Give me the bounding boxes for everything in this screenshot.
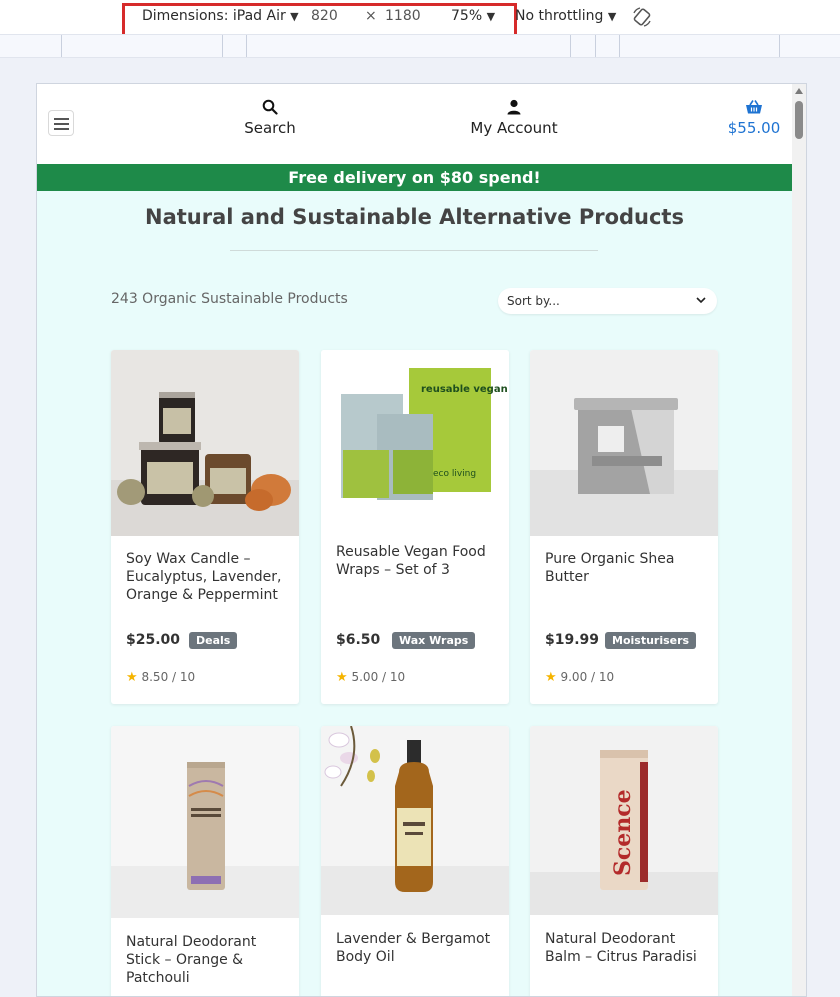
product-image[interactable] [530, 350, 718, 536]
user-icon [507, 99, 521, 115]
hamburger-icon [54, 118, 69, 120]
product-image[interactable] [111, 350, 299, 536]
product-card[interactable]: Soy Wax Candle – Eucalyptus, Lavender, O… [111, 350, 299, 704]
category-badge[interactable]: Deals [189, 632, 238, 649]
star-icon: ★ [126, 670, 138, 685]
site-header: Search My Account $55.00 [37, 84, 792, 164]
web-page: Search My Account $55.00 Free delivery o… [37, 84, 792, 996]
package-brand: Scence [610, 789, 636, 876]
product-price: $25.00 [126, 632, 181, 648]
star-icon: ★ [336, 670, 348, 685]
star-icon: ★ [545, 670, 557, 685]
package-title: reusable vegan food wraps [421, 384, 509, 395]
scroll-up-arrow-icon[interactable] [795, 88, 803, 94]
rotate-icon[interactable] [631, 6, 653, 32]
sort-by-select[interactable]: Sort by... [498, 288, 717, 314]
product-card[interactable]: Pure Organic Shea Butter $19.99 Moisturi… [530, 350, 718, 704]
search-nav-button[interactable]: Search [240, 98, 300, 137]
zoom-label: 75% [451, 8, 483, 24]
caret-down-icon: ▼ [290, 10, 299, 23]
free-delivery-banner: Free delivery on $80 spend! [37, 164, 792, 191]
title-divider [230, 250, 598, 251]
basket-icon [746, 100, 762, 114]
my-account-nav-button[interactable]: My Account [464, 98, 564, 137]
rating-value: 9.00 / 10 [560, 670, 615, 684]
cart-nav-button[interactable]: $55.00 [726, 98, 782, 137]
caret-down-icon: ▼ [486, 10, 496, 23]
product-name[interactable]: Natural Deodorant Balm – Citrus Paradisi [545, 930, 703, 966]
caret-down-icon: ▼ [607, 10, 617, 23]
product-image[interactable] [321, 726, 509, 915]
product-count: 243 Organic Sustainable Products [111, 291, 348, 307]
category-badge[interactable]: Wax Wraps [392, 632, 476, 649]
hamburger-menu-button[interactable] [48, 110, 74, 136]
product-rating: ★ 8.50 / 10 [126, 670, 195, 685]
product-name[interactable]: Reusable Vegan Food Wraps – Set of 3 [336, 543, 494, 579]
device-width-input[interactable]: 820 [311, 8, 338, 24]
zoom-select[interactable]: 75% ▼ [451, 8, 495, 24]
device-dimensions-label: Dimensions: iPad Air [142, 8, 286, 24]
product-card[interactable]: reusable vegan food wraps eco living Reu… [321, 350, 509, 704]
search-label: Search [244, 119, 296, 137]
my-account-label: My Account [470, 119, 558, 137]
page-title: Natural and Sustainable Alternative Prod… [145, 205, 684, 229]
product-name[interactable]: Soy Wax Candle – Eucalyptus, Lavender, O… [126, 550, 284, 604]
product-name[interactable]: Lavender & Bergamot Body Oil [336, 930, 494, 966]
device-dimensions-select[interactable]: Dimensions: iPad Air ▼ [142, 8, 299, 24]
product-name[interactable]: Pure Organic Shea Butter [545, 550, 703, 586]
product-image[interactable] [111, 726, 299, 918]
device-viewport: Search My Account $55.00 Free delivery o… [36, 83, 807, 997]
dimension-separator: × [365, 8, 377, 24]
chevron-down-icon [696, 297, 706, 304]
product-image[interactable]: reusable vegan food wraps eco living [321, 350, 509, 536]
package-brand: eco living [433, 469, 476, 479]
product-card[interactable]: Scence Natural Deodorant Balm – Citrus P… [530, 726, 718, 996]
shop-content: Natural and Sustainable Alternative Prod… [37, 191, 792, 996]
scrollbar-thumb[interactable] [795, 101, 803, 139]
cart-total: $55.00 [727, 119, 781, 137]
product-price: $19.99 [545, 632, 600, 648]
product-rating: ★ 9.00 / 10 [545, 670, 614, 685]
rating-value: 8.50 / 10 [141, 670, 196, 684]
throttling-label: No throttling [515, 8, 604, 24]
product-price: $6.50 [336, 632, 381, 648]
media-query-ruler [0, 34, 840, 58]
page-scrollbar[interactable] [792, 84, 806, 996]
product-card[interactable]: Natural Deodorant Stick – Orange & Patch… [111, 726, 299, 996]
product-card[interactable]: Lavender & Bergamot Body Oil [321, 726, 509, 996]
product-image[interactable]: Scence [530, 726, 718, 915]
rating-value: 5.00 / 10 [351, 670, 406, 684]
category-badge[interactable]: Moisturisers [605, 632, 697, 649]
product-rating: ★ 5.00 / 10 [336, 670, 405, 685]
search-icon [262, 99, 278, 115]
throttling-select[interactable]: No throttling ▼ [515, 8, 616, 24]
sort-by-label: Sort by... [507, 294, 560, 308]
devtools-toolbar: Dimensions: iPad Air ▼ 820 × 1180 75% ▼ … [0, 0, 840, 39]
product-name[interactable]: Natural Deodorant Stick – Orange & Patch… [126, 933, 284, 987]
device-height-input[interactable]: 1180 [385, 8, 421, 24]
